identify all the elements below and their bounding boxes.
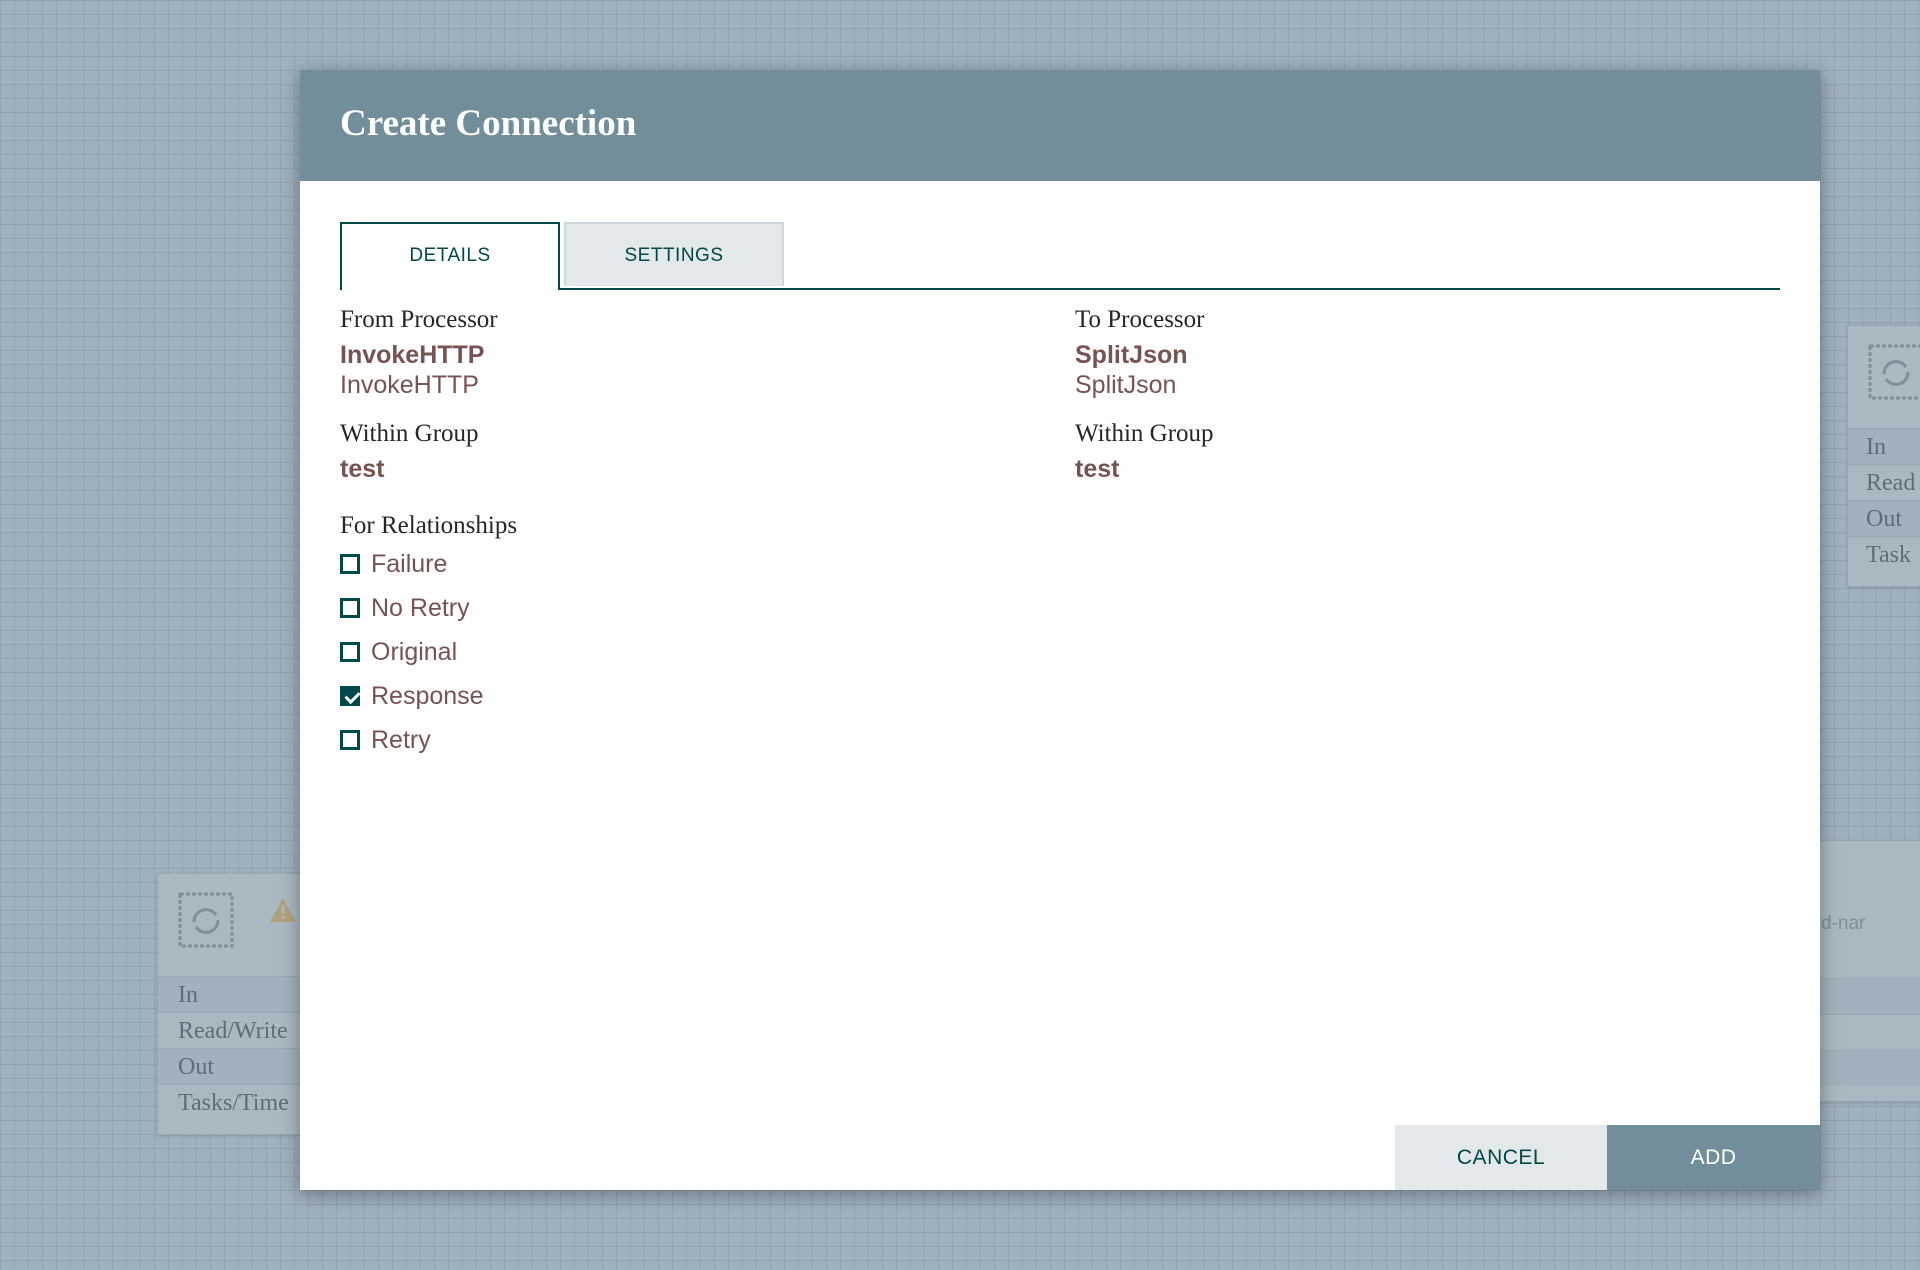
- processor-stat-read: Read: [1848, 464, 1920, 500]
- processor-icon: [178, 892, 234, 948]
- relationship-no-retry[interactable]: No Retry: [340, 590, 470, 626]
- create-connection-dialog: Create Connection DETAILS SETTINGS From …: [300, 70, 1820, 1190]
- tab-bar: DETAILS SETTINGS: [340, 222, 1780, 290]
- relationship-label: Retry: [371, 725, 431, 754]
- relationship-label: Response: [371, 681, 484, 710]
- to-group-label: Within Group: [1075, 420, 1214, 447]
- dialog-title: Create Connection: [340, 103, 637, 144]
- canvas-processor-right-top[interactable]: In Read Out Task: [1847, 325, 1920, 587]
- processor-stat-out: Out: [1848, 500, 1920, 536]
- relationship-retry[interactable]: Retry: [340, 722, 431, 758]
- cancel-button[interactable]: CANCEL: [1395, 1125, 1607, 1190]
- checkbox-failure[interactable]: [340, 554, 360, 574]
- from-group-name: test: [340, 455, 385, 483]
- processor-stat-task: Task: [1848, 536, 1920, 572]
- relationship-label: No Retry: [371, 593, 470, 622]
- relationship-response[interactable]: Response: [340, 678, 484, 714]
- processor-bundle-text: d-nar: [1821, 913, 1866, 934]
- checkbox-no-retry[interactable]: [340, 598, 360, 618]
- checkbox-response[interactable]: [340, 686, 360, 706]
- checkbox-original[interactable]: [340, 642, 360, 662]
- tab-details[interactable]: DETAILS: [340, 222, 560, 290]
- to-processor-label: To Processor: [1075, 306, 1205, 333]
- from-processor-name: InvokeHTTP: [340, 341, 485, 369]
- checkbox-retry[interactable]: [340, 730, 360, 750]
- to-processor-type: SplitJson: [1075, 371, 1177, 399]
- from-processor-label: From Processor: [340, 306, 498, 333]
- to-group-name: test: [1075, 455, 1120, 483]
- warning-icon[interactable]: [268, 896, 298, 929]
- from-processor-type: InvokeHTTP: [340, 371, 479, 399]
- relationship-failure[interactable]: Failure: [340, 546, 447, 582]
- from-group-label: Within Group: [340, 420, 479, 447]
- relationships-label: For Relationships: [340, 512, 518, 539]
- processor-icon: [1868, 344, 1920, 400]
- add-button[interactable]: ADD: [1607, 1125, 1820, 1190]
- to-processor-name: SplitJson: [1075, 341, 1188, 369]
- processor-stat-in: In: [1848, 428, 1920, 464]
- dialog-header: Create Connection: [300, 70, 1820, 181]
- relationship-label: Original: [371, 637, 458, 666]
- relationship-original[interactable]: Original: [340, 634, 457, 670]
- relationships-section: For Relationships Failure No Retry Origi…: [340, 512, 840, 754]
- relationship-label: Failure: [371, 549, 448, 578]
- tab-settings[interactable]: SETTINGS: [564, 222, 784, 286]
